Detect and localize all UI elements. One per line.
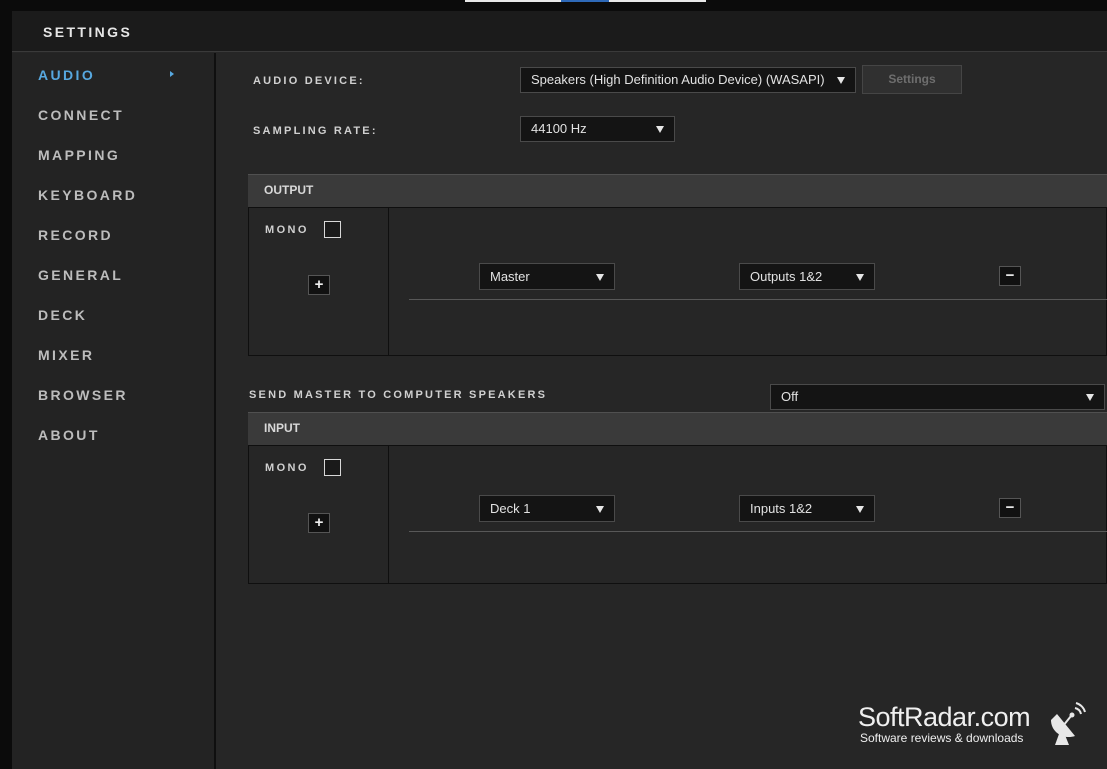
input-add-button[interactable]: + — [308, 513, 330, 533]
watermark-name: SoftRadar.com — [858, 702, 1031, 732]
audio-device-value: Speakers (High Definition Audio Device) … — [531, 72, 825, 87]
output-row-divider — [409, 299, 1107, 300]
sidebar-item-label: GENERAL — [38, 267, 124, 283]
sampling-rate-select[interactable]: 44100 Hz — [520, 116, 675, 142]
sampling-rate-value: 44100 Hz — [531, 121, 587, 136]
sidebar-item-general[interactable]: GENERAL — [38, 267, 123, 283]
input-row-divider — [409, 531, 1107, 532]
output-options-pane: MONO + — [249, 208, 389, 355]
sidebar-item-mapping[interactable]: MAPPING — [38, 147, 120, 163]
sidebar-item-label: AUDIO — [38, 67, 96, 83]
send-master-label: SEND MASTER TO COMPUTER SPEAKERS — [249, 389, 548, 401]
audio-settings-panel: AUDIO DEVICE: Speakers (High Definition … — [218, 53, 1107, 769]
title-bar: SETTINGS — [12, 11, 1107, 52]
top-strip-line-highlight — [561, 0, 609, 2]
sidebar-item-label: KEYBOARD — [38, 187, 138, 203]
chevron-down-icon — [596, 273, 604, 281]
sidebar-item-mixer[interactable]: MIXER — [38, 347, 94, 363]
output-mono-checkbox[interactable] — [324, 221, 341, 238]
window-title: SETTINGS — [43, 24, 133, 40]
top-strip — [0, 0, 1107, 11]
satellite-dish-icon — [1051, 702, 1086, 745]
input-options-pane: MONO + — [249, 446, 389, 583]
input-section-body: MONO + Deck 1 Inputs 1&2 − — [248, 445, 1107, 584]
output-channel-select[interactable]: Master — [479, 263, 615, 290]
sidebar-item-record[interactable]: RECORD — [38, 227, 113, 243]
sidebar-item-about[interactable]: ABOUT — [38, 427, 100, 443]
sidebar-item-label: DECK — [38, 307, 88, 323]
sidebar-item-label: RECORD — [38, 227, 114, 243]
audio-device-label: AUDIO DEVICE: — [253, 75, 365, 87]
sidebar-item-label: BROWSER — [38, 387, 128, 403]
sidebar-item-connect[interactable]: CONNECT — [38, 107, 124, 123]
output-section-title: OUTPUT — [264, 183, 314, 197]
chevron-down-icon — [596, 505, 604, 513]
input-section-title: INPUT — [264, 421, 300, 435]
sidebar-item-deck[interactable]: DECK — [38, 307, 87, 323]
sidebar-item-keyboard[interactable]: KEYBOARD — [38, 187, 137, 203]
chevron-down-icon — [856, 273, 864, 281]
input-section-header: INPUT — [248, 412, 1107, 445]
chevron-down-icon — [1086, 394, 1094, 401]
input-port-select[interactable]: Inputs 1&2 — [739, 495, 875, 522]
top-strip-line — [465, 0, 561, 2]
input-channel-value: Deck 1 — [490, 501, 531, 516]
output-port-value: Outputs 1&2 — [750, 269, 823, 284]
sidebar-item-label: MAPPING — [38, 147, 121, 163]
sidebar-item-label: ABOUT — [38, 427, 100, 443]
watermark: SoftRadar.com Software reviews & downloa… — [858, 700, 1098, 750]
output-add-button[interactable]: + — [308, 275, 330, 295]
output-section-body: MONO + Master Outputs 1&2 − — [248, 207, 1107, 356]
sidebar-item-audio[interactable]: AUDIO — [38, 67, 95, 83]
output-channel-value: Master — [490, 269, 530, 284]
sidebar: AUDIO CONNECT MAPPING KEYBOARD RECORD GE… — [12, 53, 216, 769]
input-remove-button[interactable]: − — [999, 498, 1021, 518]
audio-device-select[interactable]: Speakers (High Definition Audio Device) … — [520, 67, 856, 93]
send-master-value: Off — [781, 389, 799, 404]
top-strip-line — [609, 0, 706, 2]
chevron-down-icon — [856, 505, 864, 513]
settings-window: SETTINGS AUDIO CONNECT MAPPING KEYBOARD … — [12, 11, 1107, 769]
input-channel-select[interactable]: Deck 1 — [479, 495, 615, 522]
send-master-select[interactable]: Off — [770, 384, 1105, 410]
output-remove-button[interactable]: − — [999, 266, 1021, 286]
output-port-select[interactable]: Outputs 1&2 — [739, 263, 875, 290]
device-settings-button-label: Settings — [888, 72, 936, 86]
chevron-down-icon — [656, 126, 664, 133]
sidebar-item-label: CONNECT — [38, 107, 125, 123]
watermark-tagline: Software reviews & downloads — [860, 731, 1024, 745]
input-mono-label: MONO — [265, 462, 309, 474]
output-mono-label: MONO — [265, 224, 309, 236]
sampling-rate-label: SAMPLING RATE: — [253, 125, 378, 137]
chevron-down-icon — [837, 77, 845, 84]
device-settings-button[interactable]: Settings — [862, 65, 962, 94]
output-section-header: OUTPUT — [248, 174, 1107, 207]
input-port-value: Inputs 1&2 — [750, 501, 813, 516]
chevron-right-icon — [170, 71, 174, 77]
input-mono-checkbox[interactable] — [324, 459, 341, 476]
sidebar-item-label: MIXER — [38, 347, 95, 363]
sidebar-item-browser[interactable]: BROWSER — [38, 387, 128, 403]
